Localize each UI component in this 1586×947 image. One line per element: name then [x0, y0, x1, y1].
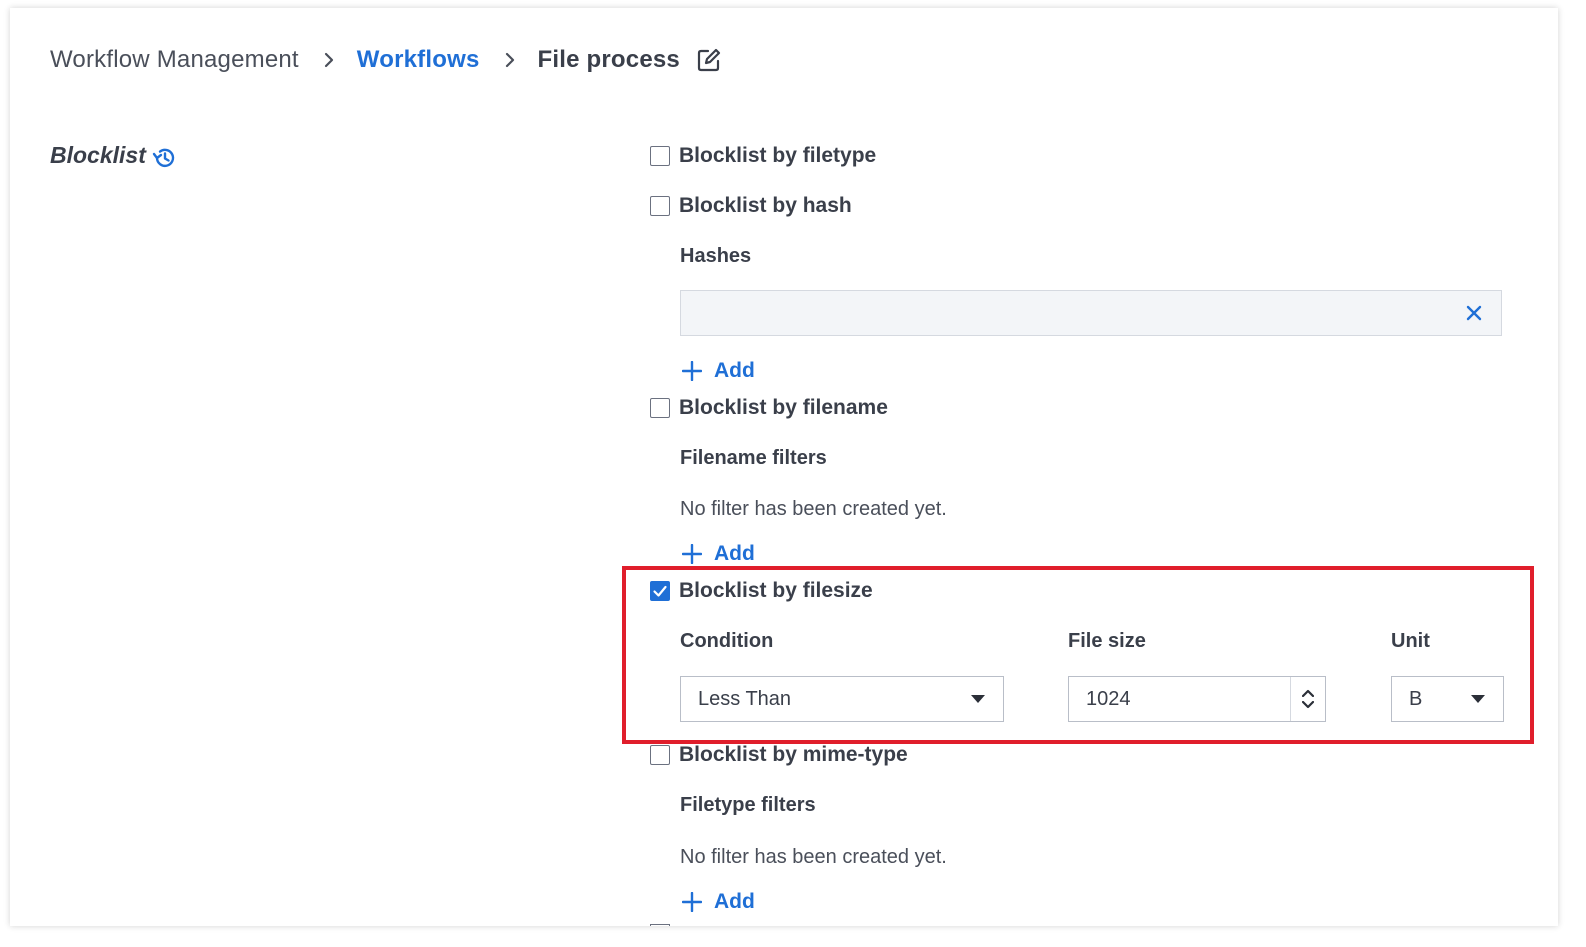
unit-select[interactable]: B [1391, 676, 1504, 722]
hash-add-button[interactable]: Add [682, 359, 755, 383]
plus-icon [682, 361, 702, 381]
filetype-checkbox[interactable] [650, 146, 670, 166]
plus-icon [682, 892, 702, 912]
filetype-filters-label: Filetype filters [680, 794, 816, 816]
file-size-stepper [1290, 677, 1325, 721]
mimetype-label[interactable]: Blocklist by mime-type [679, 743, 908, 767]
condition-label: Condition [680, 630, 774, 652]
file-size-value: 1024 [1086, 687, 1131, 710]
caret-down-icon[interactable] [1471, 695, 1485, 703]
hash-checkbox[interactable] [650, 196, 670, 216]
hashes-label: Hashes [680, 245, 752, 267]
workflow-page: Workflow Management Workflows File proce… [10, 8, 1558, 926]
option-filesize: Blocklist by filesize [650, 579, 873, 603]
hash-input[interactable] [681, 291, 1459, 337]
chevron-right-icon [504, 51, 516, 69]
filename-empty-text: No filter has been created yet. [680, 498, 947, 520]
unit-value: B [1409, 687, 1423, 710]
history-icon[interactable] [152, 146, 178, 170]
option-mimetype: Blocklist by mime-type [650, 743, 908, 767]
breadcrumb-current: File process [537, 46, 680, 73]
section-title-text: Blocklist [50, 141, 146, 168]
option-filename: Blocklist by filename [650, 396, 888, 420]
breadcrumb-workflows-link[interactable]: Workflows [357, 46, 480, 74]
option-filetype: Blocklist by filetype [650, 144, 876, 168]
hash-input-box [680, 290, 1502, 337]
unit-label: Unit [1391, 630, 1430, 652]
file-size-input[interactable]: 1024 [1068, 676, 1326, 722]
option-hash: Blocklist by hash [650, 194, 852, 218]
caret-down-icon[interactable] [971, 695, 985, 703]
condition-select[interactable]: Less Than [680, 676, 1004, 722]
plus-icon [682, 544, 702, 564]
filename-filters-label: Filename filters [680, 447, 827, 469]
filename-label[interactable]: Blocklist by filename [679, 396, 888, 420]
section-title: Blocklist [50, 140, 178, 170]
stepper-down-icon[interactable] [1302, 701, 1314, 709]
mimetype-add-label: Add [714, 890, 755, 913]
condition-value: Less Than [698, 687, 792, 710]
filename-add-button[interactable]: Add [682, 542, 755, 566]
close-icon[interactable] [1465, 304, 1483, 322]
edit-icon[interactable] [696, 47, 722, 73]
filename-add-label: Add [714, 542, 755, 565]
chevron-right-icon [323, 51, 335, 69]
hash-add-label: Add [714, 359, 755, 382]
mimetype-empty-text: No filter has been created yet. [680, 846, 947, 868]
stepper-up-icon[interactable] [1302, 689, 1314, 697]
filesize-checkbox[interactable] [650, 581, 670, 601]
next-option-checkbox[interactable] [650, 924, 670, 926]
breadcrumb-root[interactable]: Workflow Management [50, 46, 299, 74]
mimetype-add-button[interactable]: Add [682, 890, 755, 914]
filename-checkbox[interactable] [650, 398, 670, 418]
filetype-label[interactable]: Blocklist by filetype [679, 144, 876, 168]
breadcrumb: Workflow Management Workflows File proce… [50, 42, 722, 78]
hash-label[interactable]: Blocklist by hash [679, 194, 852, 218]
mimetype-checkbox[interactable] [650, 745, 670, 765]
file-size-label: File size [1068, 630, 1146, 652]
filesize-label[interactable]: Blocklist by filesize [679, 579, 873, 603]
